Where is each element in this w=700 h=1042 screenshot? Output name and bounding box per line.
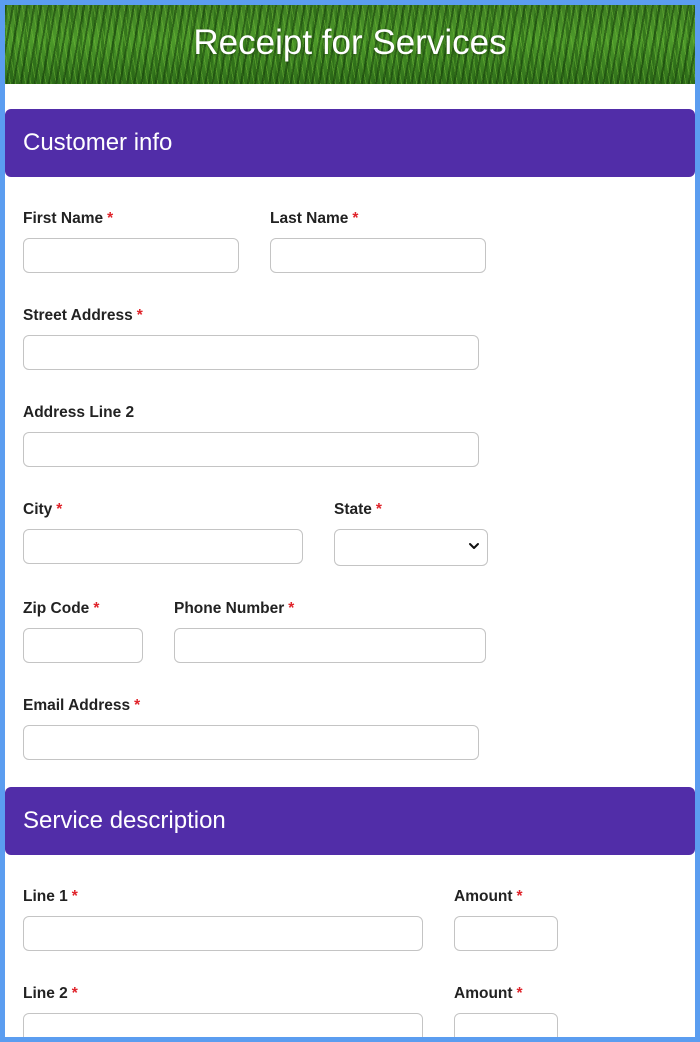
email-address-label: Email Address * xyxy=(23,697,141,714)
required-marker: * xyxy=(134,697,141,714)
email-address-input[interactable] xyxy=(23,725,479,760)
amount-2-label: Amount * xyxy=(454,985,523,1002)
phone-number-input[interactable] xyxy=(174,628,486,663)
form-container: Receipt for Services Customer info First… xyxy=(5,5,695,1037)
amount-2-input[interactable] xyxy=(454,1013,558,1037)
amount-1-input[interactable] xyxy=(454,916,558,951)
city-label: City * xyxy=(23,501,63,518)
header-banner: Receipt for Services xyxy=(5,5,695,84)
required-marker: * xyxy=(516,888,523,905)
line-1-input[interactable] xyxy=(23,916,423,951)
required-marker: * xyxy=(56,501,63,518)
section-title: Service description xyxy=(23,807,226,834)
required-marker: * xyxy=(107,210,114,227)
section-header-customer-info: Customer info xyxy=(5,109,695,177)
required-marker: * xyxy=(375,501,382,518)
zip-code-label: Zip Code * xyxy=(23,600,100,617)
amount-1-label: Amount * xyxy=(454,888,523,905)
line-1-label: Line 1 * xyxy=(23,888,78,905)
first-name-label: First Name * xyxy=(23,210,114,227)
required-marker: * xyxy=(352,210,359,227)
city-input[interactable] xyxy=(23,529,303,564)
first-name-input[interactable] xyxy=(23,238,239,273)
line-2-input[interactable] xyxy=(23,1013,423,1037)
street-address-label: Street Address * xyxy=(23,307,143,324)
required-marker: * xyxy=(136,307,143,324)
state-label: State * xyxy=(334,501,382,518)
phone-number-label: Phone Number * xyxy=(174,600,295,617)
required-marker: * xyxy=(71,888,78,905)
form-title: Receipt for Services xyxy=(193,23,507,62)
address-line-2-label: Address Line 2 xyxy=(23,404,135,421)
chevron-down-icon xyxy=(469,543,479,549)
state-select[interactable] xyxy=(334,529,488,566)
last-name-input[interactable] xyxy=(270,238,486,273)
street-address-input[interactable] xyxy=(23,335,479,370)
line-2-label: Line 2 * xyxy=(23,985,78,1002)
required-marker: * xyxy=(516,985,523,1002)
required-marker: * xyxy=(288,600,295,617)
required-marker: * xyxy=(93,600,100,617)
zip-code-input[interactable] xyxy=(23,628,143,663)
last-name-label: Last Name * xyxy=(270,210,359,227)
address-line-2-input[interactable] xyxy=(23,432,479,467)
required-marker: * xyxy=(71,985,78,1002)
section-title: Customer info xyxy=(23,129,173,156)
section-header-service-description: Service description xyxy=(5,787,695,855)
